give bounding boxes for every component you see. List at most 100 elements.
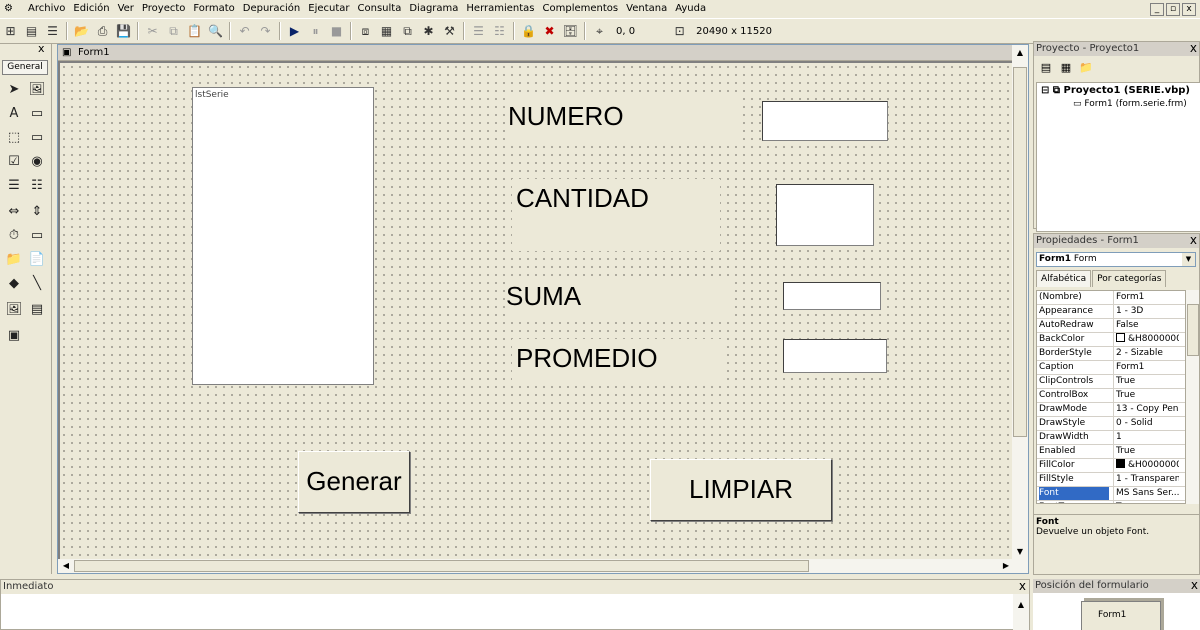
- view-code-icon[interactable]: ▤: [1038, 60, 1054, 76]
- combobox-tool-icon[interactable]: ☰: [4, 176, 24, 196]
- menu-ventana[interactable]: Ventana: [622, 0, 671, 18]
- tab-categories[interactable]: Por categorías: [1092, 270, 1167, 287]
- designer-horizontal-scrollbar[interactable]: ◀ ▶: [58, 559, 1014, 573]
- shape-tool-icon[interactable]: ◆: [4, 274, 24, 294]
- menu-depuracion[interactable]: Depuración: [239, 0, 305, 18]
- scroll-left-icon[interactable]: ◀: [59, 559, 73, 573]
- label-suma[interactable]: SUMA: [506, 277, 732, 319]
- scrollbar-thumb[interactable]: [74, 560, 809, 572]
- property-value[interactable]: 1: [1113, 431, 1179, 444]
- toolbox-close-icon[interactable]: x: [38, 43, 48, 54]
- toolbox-icon[interactable]: ⚒: [440, 22, 459, 40]
- properties-window-icon[interactable]: ▦: [377, 22, 396, 40]
- commandbutton-tool-icon[interactable]: ▭: [27, 128, 47, 148]
- lock-icon[interactable]: 🔒: [519, 22, 538, 40]
- generar-button[interactable]: Generar: [298, 451, 410, 513]
- object-selector[interactable]: Form1 Form ▼: [1036, 252, 1196, 267]
- property-row[interactable]: DrawMode 13 - Copy Pen: [1037, 403, 1195, 417]
- scroll-up-icon[interactable]: ▲: [1013, 46, 1027, 60]
- pause-icon[interactable]: ⏸: [306, 22, 325, 40]
- property-row[interactable]: DrawWidth 1: [1037, 431, 1195, 445]
- project-root-node[interactable]: ⊟ ⧉ Proyecto1 (SERIE.vbp): [1041, 85, 1190, 96]
- data-view-icon[interactable]: ☷: [490, 22, 509, 40]
- cut-icon[interactable]: ✂: [143, 22, 162, 40]
- property-row[interactable]: ClipControls True: [1037, 375, 1195, 389]
- property-value[interactable]: True: [1113, 445, 1179, 458]
- menu-editor-icon[interactable]: ☰: [43, 22, 62, 40]
- property-row[interactable]: FillColor &H0000000: [1037, 459, 1195, 473]
- menu-archivo[interactable]: Archivo: [24, 0, 69, 18]
- menu-ver[interactable]: Ver: [114, 0, 138, 18]
- scroll-down-icon[interactable]: ▼: [1013, 545, 1027, 559]
- object-browser-icon[interactable]: ✱: [419, 22, 438, 40]
- redo-icon[interactable]: ↷: [256, 22, 275, 40]
- restore-button[interactable]: ▫: [1166, 2, 1180, 16]
- property-value[interactable]: 0 - Solid: [1113, 417, 1179, 430]
- menu-complementos[interactable]: Complementos: [539, 0, 623, 18]
- textbox-promedio[interactable]: [783, 339, 887, 373]
- property-row[interactable]: Enabled True: [1037, 445, 1195, 459]
- listbox-lstserie[interactable]: lstSerie: [192, 87, 374, 385]
- property-value[interactable]: &H8000000I: [1113, 333, 1179, 346]
- project-explorer-icon[interactable]: ⧈: [356, 22, 375, 40]
- properties-scrollbar[interactable]: [1185, 290, 1199, 504]
- designer-vertical-scrollbar[interactable]: ▲ ▼: [1012, 45, 1028, 573]
- listbox-tool-icon[interactable]: ☷: [27, 176, 47, 196]
- hscrollbar-tool-icon[interactable]: ⇔: [4, 202, 24, 222]
- open-icon[interactable]: 📂: [72, 22, 91, 40]
- data-tool-icon[interactable]: ▤: [27, 300, 47, 320]
- menu-formato[interactable]: Formato: [189, 0, 238, 18]
- property-value[interactable]: True: [1113, 389, 1179, 402]
- form-position-close-icon[interactable]: x: [1191, 579, 1198, 592]
- image-tool-icon[interactable]: 🖼: [4, 300, 24, 320]
- filelistbox-tool-icon[interactable]: 📄: [27, 250, 47, 270]
- close-button[interactable]: x: [1182, 2, 1196, 16]
- property-value[interactable]: MS Sans Ser...: [1113, 487, 1179, 500]
- property-row[interactable]: Caption Form1: [1037, 361, 1195, 375]
- scroll-right-icon[interactable]: ▶: [999, 559, 1013, 573]
- menu-ejecutar[interactable]: Ejecutar: [304, 0, 353, 18]
- picturebox-tool-icon[interactable]: 🖼: [27, 80, 47, 100]
- stop-icon[interactable]: ■: [327, 22, 346, 40]
- label-numero[interactable]: NUMERO: [508, 97, 738, 141]
- find-icon[interactable]: 🔍: [206, 22, 225, 40]
- form-node[interactable]: ▭ Form1 (form.serie.frm): [1073, 99, 1187, 109]
- property-value[interactable]: Form1: [1113, 291, 1179, 304]
- scrollbar-thumb[interactable]: [1013, 67, 1027, 437]
- menu-edicion[interactable]: Edición: [69, 0, 113, 18]
- label-cantidad[interactable]: CANTIDAD: [512, 179, 720, 251]
- frame-tool-icon[interactable]: ⬚: [4, 128, 24, 148]
- immediate-scrollbar[interactable]: ▲: [1013, 594, 1029, 630]
- print-icon[interactable]: ⎙: [93, 22, 112, 40]
- copy-icon[interactable]: ⧉: [164, 22, 183, 40]
- property-row[interactable]: ControlBox True: [1037, 389, 1195, 403]
- textbox-cantidad[interactable]: [776, 184, 874, 246]
- undo-icon[interactable]: ↶: [235, 22, 254, 40]
- property-row[interactable]: FillStyle 1 - Transparent: [1037, 473, 1195, 487]
- property-value[interactable]: 1 - 3D: [1113, 305, 1179, 318]
- toggle-folders-icon[interactable]: 📁: [1078, 60, 1094, 76]
- property-row[interactable]: BackColor &H8000000I: [1037, 333, 1195, 347]
- menu-herramientas[interactable]: Herramientas: [462, 0, 538, 18]
- property-value[interactable]: False: [1113, 319, 1179, 332]
- paste-icon[interactable]: 📋: [185, 22, 204, 40]
- properties-close-icon[interactable]: x: [1190, 234, 1197, 247]
- add-form-icon[interactable]: ▤: [22, 22, 41, 40]
- property-row[interactable]: FontTransparent True: [1037, 501, 1195, 503]
- pointer-tool-icon[interactable]: ➤: [4, 80, 24, 100]
- tab-alphabetic[interactable]: Alfabética: [1036, 270, 1092, 287]
- label-tool-icon[interactable]: A: [4, 104, 24, 124]
- minimize-button[interactable]: _: [1150, 2, 1164, 16]
- property-value[interactable]: 1 - Transparent: [1113, 473, 1179, 486]
- line-tool-icon[interactable]: ╲: [27, 274, 47, 294]
- view-object-icon[interactable]: ▦: [1058, 60, 1074, 76]
- property-value[interactable]: True: [1113, 501, 1179, 503]
- dirlistbox-tool-icon[interactable]: 📁: [4, 250, 24, 270]
- menu-diagrama[interactable]: Diagrama: [405, 0, 462, 18]
- drivelistbox-tool-icon[interactable]: ▭: [27, 226, 47, 246]
- save-icon[interactable]: 💾: [114, 22, 133, 40]
- form-position-preview[interactable]: Form1: [1081, 601, 1161, 630]
- menu-ayuda[interactable]: Ayuda: [671, 0, 710, 18]
- property-row[interactable]: AutoRedraw False: [1037, 319, 1195, 333]
- toolbox-tab-general[interactable]: General: [2, 60, 48, 75]
